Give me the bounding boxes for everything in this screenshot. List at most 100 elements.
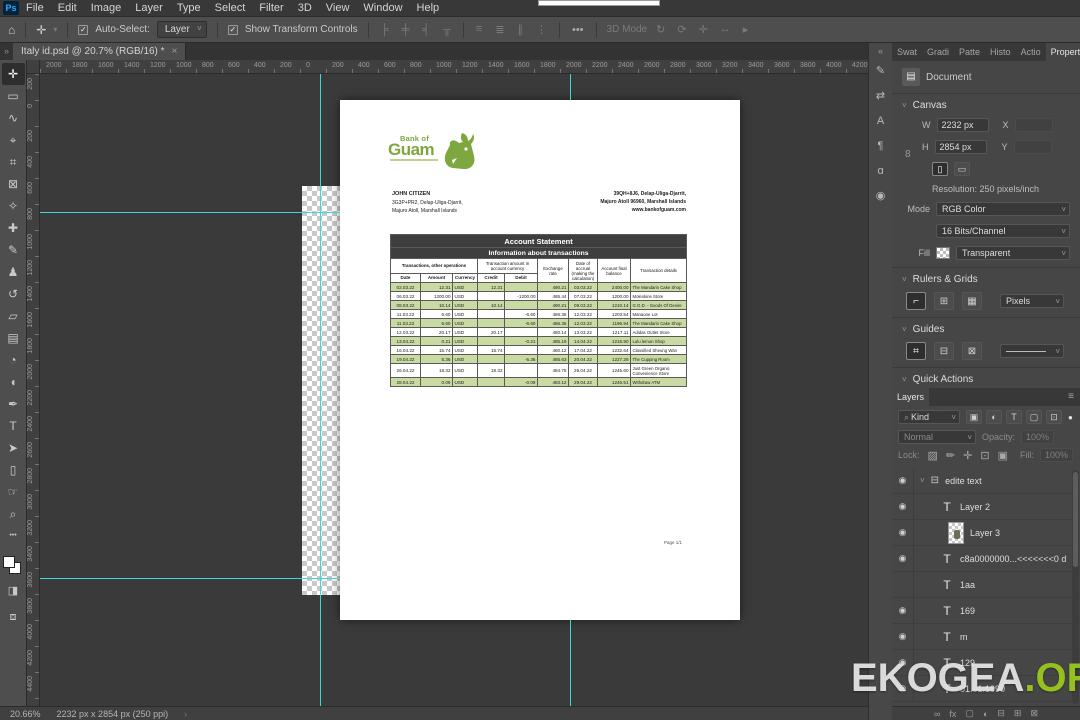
- panel-tab-properties[interactable]: Properties: [1045, 43, 1080, 61]
- chevron-down-icon[interactable]: ˅: [902, 325, 907, 334]
- guide-style-dropdown[interactable]: ˅: [1000, 344, 1064, 358]
- chevron-down-icon[interactable]: ˅: [902, 101, 907, 110]
- bit-depth-dropdown[interactable]: 16 Bits/Channel ˅: [936, 224, 1070, 238]
- canvas-height-input[interactable]: 2854 px: [934, 140, 987, 154]
- add-mask-icon[interactable]: ▢: [965, 708, 974, 719]
- panel-menu-icon[interactable]: ≡: [1062, 388, 1080, 406]
- marquee-tool[interactable]: ▭: [2, 85, 25, 107]
- layer-name[interactable]: 169: [960, 606, 975, 616]
- align-left-icon[interactable]: ╞: [379, 24, 391, 36]
- rectangle-tool[interactable]: ▯: [2, 459, 25, 481]
- gradient-tool[interactable]: ▤: [2, 327, 25, 349]
- link-layers-icon[interactable]: ∞: [934, 709, 940, 719]
- transparent-canvas-area[interactable]: [302, 186, 340, 595]
- layer-row[interactable]: ◉ T Layer 2: [892, 494, 1080, 520]
- menu-window[interactable]: Window: [356, 0, 409, 17]
- layer-row[interactable]: ◉ Tm: [892, 624, 1080, 650]
- eraser-tool[interactable]: ▱: [2, 305, 25, 327]
- current-tool-icon[interactable]: ✛: [36, 23, 46, 37]
- blur-tool[interactable]: ◔: [2, 349, 25, 371]
- layer-filter-dropdown[interactable]: ⌕ Kind ˅: [898, 410, 960, 424]
- path-selection-tool[interactable]: ➤: [2, 437, 25, 459]
- layer-name[interactable]: Layer 3: [970, 528, 1000, 538]
- link-dimensions-icon[interactable]: 8: [905, 149, 911, 160]
- move-tool[interactable]: ✛: [1, 63, 25, 85]
- vertical-guide-2-bottom[interactable]: [570, 620, 571, 706]
- frame-tool[interactable]: ⊠: [2, 173, 25, 195]
- layer-row[interactable]: ◉ Layer 3: [892, 520, 1080, 546]
- menu-3d[interactable]: 3D: [291, 0, 319, 17]
- panel-tab-histo[interactable]: Histo: [985, 43, 1016, 61]
- grid-toggle-icon[interactable]: ⊞: [934, 292, 954, 310]
- menu-layer[interactable]: Layer: [128, 0, 170, 17]
- distribute-bottom-icon[interactable]: ⋮: [534, 23, 549, 36]
- filter-toggle-icon[interactable]: ●: [1068, 413, 1073, 422]
- layer-row[interactable]: ◉ T 169: [892, 598, 1080, 624]
- lock-transparency-icon[interactable]: ▨: [926, 449, 940, 462]
- edit-toolbar-icon[interactable]: •••: [2, 525, 25, 547]
- vertical-guide-2-top[interactable]: [570, 74, 571, 100]
- paragraph-panel-icon[interactable]: ¶: [869, 134, 893, 159]
- tool-presets-panel-icon[interactable]: ⇄: [869, 84, 893, 109]
- filter-smart-objects-icon[interactable]: ⊡: [1046, 410, 1062, 424]
- align-center-horizontal-icon[interactable]: ╪: [399, 24, 411, 36]
- rulers-toggle-icon[interactable]: ⌐: [906, 292, 926, 310]
- new-group-icon[interactable]: ⊟: [997, 708, 1005, 719]
- glyphs-panel-icon[interactable]: ɑ: [869, 159, 893, 184]
- blend-mode-dropdown[interactable]: Normal ˅: [898, 430, 976, 444]
- layer-row[interactable]: ◉ Tc8a0000000...<<<<<<<0 d: [892, 546, 1080, 572]
- fill-swatch[interactable]: [936, 247, 950, 259]
- filter-adjustment-layers-icon[interactable]: ◐: [986, 410, 1002, 424]
- layer-visibility-toggle[interactable]: ◉: [892, 468, 914, 493]
- align-right-icon[interactable]: ╡: [420, 24, 432, 36]
- 3d-roll-icon[interactable]: ⟳: [675, 23, 688, 36]
- 3d-orbit-icon[interactable]: ↻: [654, 23, 667, 36]
- lock-position-icon[interactable]: ✛: [961, 449, 974, 462]
- zoom-tool[interactable]: ⌕: [2, 503, 25, 525]
- status-chevron-icon[interactable]: ›: [184, 709, 187, 719]
- quick-mask-icon[interactable]: ◨: [2, 580, 25, 602]
- vertical-guide-1[interactable]: [320, 74, 321, 706]
- distribute-top-icon[interactable]: ≡: [474, 23, 484, 36]
- screen-mode-icon[interactable]: ⧈: [2, 606, 25, 628]
- tool-preset-arrow-icon[interactable]: ▾: [53, 25, 57, 34]
- chevron-down-icon[interactable]: ˅: [902, 275, 907, 284]
- lock-all-icon[interactable]: ▣: [996, 449, 1010, 462]
- orientation-landscape-icon[interactable]: ▭: [954, 162, 970, 176]
- libraries-panel-icon[interactable]: ◉: [869, 184, 893, 209]
- layer-name[interactable]: 1aa: [960, 580, 975, 590]
- group-expand-icon[interactable]: ˅: [920, 476, 925, 485]
- layer-name[interactable]: m: [960, 632, 968, 642]
- filter-pixel-layers-icon[interactable]: ▣: [966, 410, 982, 424]
- layer-visibility-toggle[interactable]: ◉: [892, 520, 914, 545]
- pen-tool[interactable]: ✒: [2, 393, 25, 415]
- mode-dropdown[interactable]: RGB Color ˅: [936, 202, 1070, 216]
- layer-name[interactable]: edite text: [945, 476, 982, 486]
- layer-name[interactable]: c8a0000000...<<<<<<<0 d: [960, 554, 1066, 564]
- type-tool[interactable]: T: [2, 415, 25, 437]
- menu-edit[interactable]: Edit: [51, 0, 84, 17]
- panel-tab-patte[interactable]: Patte: [954, 43, 985, 61]
- menu-image[interactable]: Image: [84, 0, 129, 17]
- orientation-portrait-icon[interactable]: ▯: [932, 162, 948, 176]
- lock-guides-icon[interactable]: ⊟: [934, 342, 954, 360]
- canvas-width-input[interactable]: 2232 px: [936, 118, 989, 132]
- 3d-camera-icon[interactable]: ▸: [741, 23, 751, 36]
- vertical-ruler[interactable]: 200 0 200 400 600 800 1000 1200 1400 1600 1800 2000…: [27, 74, 40, 706]
- layer-visibility-toggle[interactable]: ◉: [892, 546, 914, 571]
- tab-layers[interactable]: Layers: [892, 388, 930, 406]
- history-brush-tool[interactable]: ↺: [2, 283, 25, 305]
- brush-settings-panel-icon[interactable]: ✎: [869, 59, 893, 84]
- layer-visibility-toggle[interactable]: ◉: [892, 494, 914, 519]
- more-options-icon[interactable]: •••: [570, 24, 586, 36]
- auto-select-dropdown[interactable]: Layer ˅: [156, 21, 207, 38]
- filter-type-layers-icon[interactable]: T: [1006, 410, 1022, 424]
- close-tab-icon[interactable]: ×: [172, 46, 178, 57]
- new-guide-layout-icon[interactable]: ⌗: [906, 342, 926, 360]
- eyedropper-tool[interactable]: ✧: [2, 195, 25, 217]
- color-swatches[interactable]: [3, 556, 23, 576]
- new-layer-icon[interactable]: ⊞: [1014, 708, 1022, 719]
- align-top-icon[interactable]: ╥: [441, 24, 453, 36]
- zoom-level[interactable]: 20.66%: [10, 709, 41, 719]
- layer-row[interactable]: T 1aa: [892, 572, 1080, 598]
